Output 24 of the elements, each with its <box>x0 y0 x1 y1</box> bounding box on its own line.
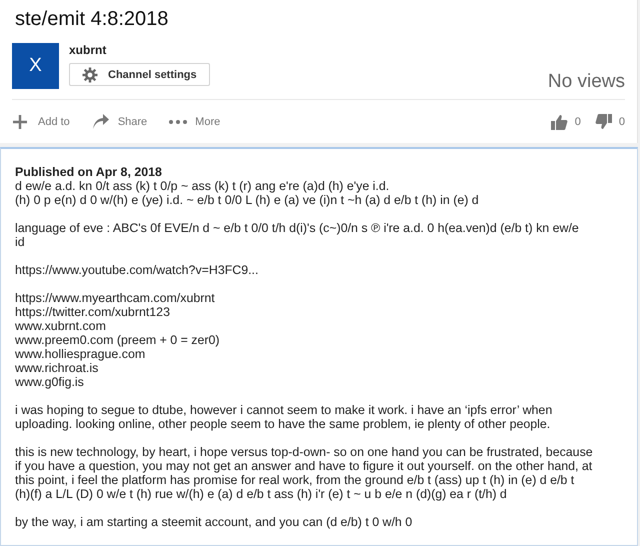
thumbs-up-icon <box>550 114 569 130</box>
dislike-button[interactable]: 0 <box>594 114 625 130</box>
more-button[interactable]: More <box>169 116 220 128</box>
channel-avatar[interactable]: X <box>12 43 59 89</box>
view-count: No views <box>548 71 625 93</box>
thumbs-down-icon <box>594 114 613 130</box>
publish-date: Published on Apr 8, 2018 <box>15 165 163 179</box>
description-paragraph: this is new technology, by heart, i hope versus top-d-own- so on one hand you can be frustrated, because if you have a question, you may not get an answer and have to figure it out yourself. on the other hand, at this point, i feel the platform has promise for real work, from the ground e/b t (ass) up t (h) in (e) d e/b t (h)(f) a L/L (D) 0 w/e t (h) rue w/(h) e (a) d e/b t ass (h) i'r (e) t ~ u b e/e n (d)(g) ea r (t/h) d <box>15 445 594 501</box>
description-paragraph: i was hoping to segue to dtube, however i cannot seem to make it work. i have an ‘ipfs error’ when uploading. looking online, other people seem to have the same problem, ie plenty of other people. <box>15 403 554 431</box>
video-title: ste/emit 4:8:2018 <box>14 8 170 32</box>
description-paragraph: https://www.youtube.com/watch?v=H3FC9... <box>15 263 260 277</box>
more-dots-icon <box>169 120 188 124</box>
description-paragraph: https://www.myearthcam.com/xubrnt https://twitter.com/xubrnt123 www.xubrnt.com www.preem0.com (preem + 0 = zer0) www.holliesprague.com www.richroat.is www.g0fig.is <box>15 291 221 389</box>
share-button[interactable]: Share <box>92 114 148 130</box>
add-button[interactable]: Add to <box>12 114 70 130</box>
description-paragraph: d ew/e a.d. kn 0/t ass (k) t 0/p ~ ass (k) t (r) ang e're (a)d (h) e'ye i.d. (h) 0 p e(n) d 0 w/(h) e (ye) i.d. ~ e/b t 0/0 L (h) e (a) ve (i)n t ~h (a) d e/b t (h) in (e) d <box>15 179 480 207</box>
gear-icon <box>82 66 98 82</box>
share-arrow-icon <box>92 114 110 130</box>
channel-settings-button[interactable]: Channel settings <box>69 63 210 86</box>
like-button[interactable]: 0 <box>550 114 581 130</box>
add-icon <box>12 114 30 130</box>
description-paragraph: by the way, i am starting a steemit account, and you can (d e/b) t 0 w/h 0 <box>15 515 414 529</box>
channel-name[interactable]: xubrnt <box>69 43 210 57</box>
description-paragraph: language of eve : ABC's 0f EVE/n d ~ e/b t 0/0 t/h d(i)'s (c~)0/n s ℗ i're a.d. 0 h(ea.ven)d (e/b t) kn ew/e id <box>15 221 580 249</box>
